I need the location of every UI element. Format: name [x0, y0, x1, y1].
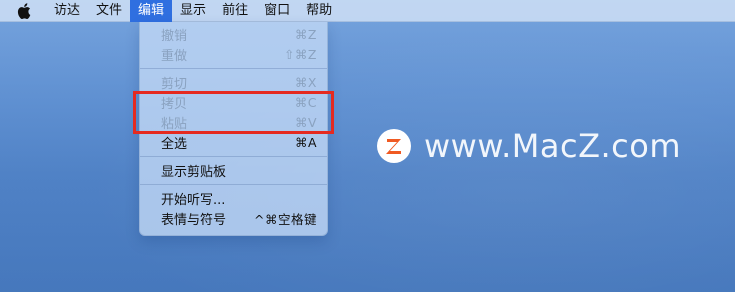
menu-edit[interactable]: 编辑 — [130, 0, 173, 22]
apple-menu-icon[interactable] — [16, 2, 32, 20]
menu-item-select-all[interactable]: 全选 ⌘A — [140, 132, 327, 152]
menu-item-label: 剪切 — [161, 76, 188, 92]
menu-item-start-dictation[interactable]: 开始听写... — [140, 188, 327, 208]
menu-item-label: 表情与符号 — [161, 212, 227, 228]
menu-item-redo[interactable]: 重做 ⇧⌘Z — [140, 44, 327, 64]
menu-item-emoji-symbols[interactable]: 表情与符号 ^⌘空格键 — [140, 208, 327, 228]
menu-item-shortcut: ⌘Z — [294, 26, 317, 42]
menu-view[interactable]: 显示 — [172, 0, 214, 22]
menu-item-copy[interactable]: 拷贝 ⌘C — [140, 92, 327, 112]
menu-item-label: 显示剪贴板 — [161, 164, 227, 180]
menu-help[interactable]: 帮助 — [298, 0, 340, 22]
menu-finder[interactable]: 访达 — [46, 0, 88, 22]
menu-item-paste[interactable]: 粘贴 ⌘V — [140, 112, 327, 132]
menu-separator — [140, 68, 327, 69]
watermark-text: www.MacZ.com — [424, 127, 681, 165]
menu-item-label: 拷贝 — [161, 96, 188, 112]
watermark: www.MacZ.com — [376, 127, 681, 165]
menu-file[interactable]: 文件 — [88, 0, 130, 22]
menu-item-show-clipboard[interactable]: 显示剪贴板 — [140, 160, 327, 180]
menu-item-undo[interactable]: 撤销 ⌘Z — [140, 24, 327, 44]
menu-item-label: 全选 — [161, 136, 188, 152]
menu-item-shortcut: ⌘C — [294, 94, 317, 110]
menu-separator — [140, 184, 327, 185]
menu-item-shortcut: ⌘A — [294, 134, 317, 150]
menu-item-label: 开始听写... — [161, 192, 226, 208]
menu-go[interactable]: 前往 — [214, 0, 256, 22]
menu-bar: 访达 文件 编辑 显示 前往 窗口 帮助 — [0, 0, 735, 22]
apple-logo-icon — [17, 2, 31, 19]
menu-window[interactable]: 窗口 — [256, 0, 298, 22]
macz-logo-icon — [377, 129, 411, 163]
menu-item-label: 撤销 — [161, 28, 188, 44]
menu-item-shortcut: ⇧⌘Z — [283, 46, 317, 62]
menu-item-cut[interactable]: 剪切 ⌘X — [140, 72, 327, 92]
menu-item-label: 粘贴 — [161, 116, 188, 132]
menu-separator — [140, 156, 327, 157]
menu-item-shortcut: ⌘X — [294, 74, 317, 90]
menu-item-label: 重做 — [161, 48, 188, 64]
edit-menu-dropdown: 撤销 ⌘Z 重做 ⇧⌘Z 剪切 ⌘X 拷贝 ⌘C 粘贴 ⌘V 全选 ⌘A 显示剪… — [139, 22, 328, 236]
menu-item-shortcut: ⌘V — [294, 114, 317, 130]
menu-item-shortcut: ^⌘空格键 — [254, 211, 317, 227]
